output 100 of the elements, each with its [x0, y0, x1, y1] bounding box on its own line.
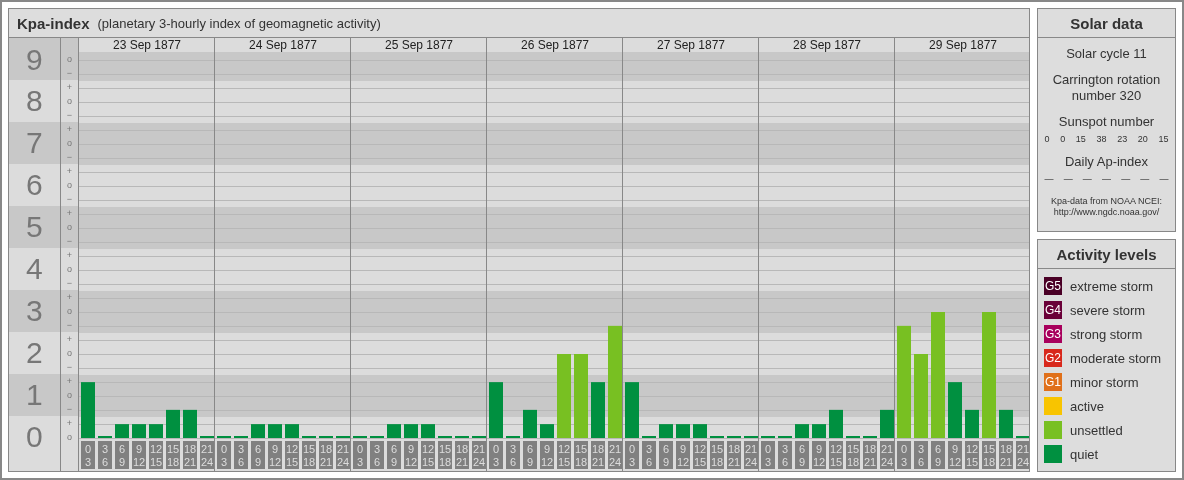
ap-index-value: —	[1101, 174, 1111, 184]
time-slot-label: 0 3	[624, 441, 639, 469]
time-slot-label: 0 3	[488, 441, 503, 469]
legend-label: unsettled	[1070, 422, 1123, 438]
time-slot-label: 6 9	[658, 441, 673, 469]
carrington-rotation-text: Carrington rotation number 320	[1051, 72, 1162, 104]
time-slot-label: 12 15	[148, 441, 163, 469]
time-slot-label: 18 21	[862, 441, 877, 469]
time-slot-label: 21 24	[743, 441, 758, 469]
kp-axis-label: 9	[26, 45, 43, 75]
kp-minor-label: o	[66, 348, 72, 358]
time-slot-label: 15 18	[981, 441, 996, 469]
time-slot-label: 9 12	[675, 441, 690, 469]
kp-minor-label: −	[66, 404, 72, 414]
legend-label: active	[1070, 398, 1104, 414]
time-slot-label: 21 24	[1015, 441, 1029, 469]
kp-minor-label: o	[66, 180, 72, 190]
day-label: 26 Sep 1877	[520, 38, 589, 52]
kp-minor-label: +	[66, 82, 72, 92]
time-slot-label: 3 6	[233, 441, 248, 469]
kp-minor-label: +	[66, 376, 72, 386]
day-label: 25 Sep 1877	[384, 38, 453, 52]
kp-minor-label: −	[66, 278, 72, 288]
time-slot-label: 21 24	[471, 441, 486, 469]
time-slot-label: 0 3	[896, 441, 911, 469]
kp-axis-label: 7	[26, 128, 43, 158]
kp-axis-label: 0	[26, 422, 43, 452]
kp-minor-label: −	[66, 236, 72, 246]
time-slot-label: 15 18	[845, 441, 860, 469]
time-slot-label: 12 15	[420, 441, 435, 469]
panel-title: Activity levels	[1038, 240, 1175, 269]
time-slot-label: 9 12	[403, 441, 418, 469]
day-label: 23 Sep 1877	[112, 38, 181, 52]
kp-axis-label: 8	[26, 86, 43, 116]
kp-minor-label: o	[66, 54, 72, 64]
time-slot-label: 6 9	[522, 441, 537, 469]
time-slot-label: 15 18	[437, 441, 452, 469]
time-slot-label: 18 21	[318, 441, 333, 469]
kp-minor-label: o	[66, 306, 72, 316]
kp-minor-label: +	[66, 334, 72, 344]
kp-minor-label: o	[66, 264, 72, 274]
legend-label: quiet	[1070, 446, 1099, 462]
sunspot-title: Sunspot number	[1058, 114, 1155, 130]
kp-minor-label: −	[66, 110, 72, 120]
time-slot-label: 21 24	[607, 441, 622, 469]
kp-minor-label: +	[66, 292, 72, 302]
time-slot-label: 6 9	[114, 441, 129, 469]
ap-index-value: —	[1044, 174, 1054, 184]
time-slot-label: 9 12	[811, 441, 826, 469]
kp-minor-label: −	[66, 320, 72, 330]
time-slot-label: 3 6	[641, 441, 656, 469]
ap-index-value: —	[1140, 174, 1150, 184]
kp-minor-label: −	[66, 194, 72, 204]
sunspot-value: 38	[1096, 134, 1107, 144]
day-label: 29 Sep 1877	[928, 38, 997, 52]
time-slot-label: 0 3	[80, 441, 95, 469]
time-slot-label: 12 15	[284, 441, 299, 469]
sunspot-value: 20	[1137, 134, 1148, 144]
time-slot-label: 0 3	[352, 441, 367, 469]
source-url: http://www.ngdc.noaa.gov/	[1052, 207, 1161, 218]
time-slot-label: 3 6	[913, 441, 928, 469]
time-slot-label: 12 15	[828, 441, 843, 469]
time-slot-label: 15 18	[709, 441, 724, 469]
day-label: 28 Sep 1877	[792, 38, 861, 52]
time-slot-label: 18 21	[182, 441, 197, 469]
day-label: 27 Sep 1877	[656, 38, 725, 52]
kp-axis-label: 2	[26, 338, 43, 368]
kp-minor-label: o	[66, 432, 72, 442]
legend-swatch: G1	[1044, 373, 1062, 391]
time-slot-label: 0 3	[216, 441, 231, 469]
time-slot-label: 15 18	[301, 441, 316, 469]
time-slot-label: 18 21	[998, 441, 1013, 469]
time-slot-label: 0 3	[760, 441, 775, 469]
time-slot-label: 9 12	[131, 441, 146, 469]
time-slot-label: 3 6	[97, 441, 112, 469]
legend-label: minor storm	[1070, 374, 1139, 390]
chart-title: Kpa-index	[17, 14, 90, 32]
legend-label: moderate storm	[1070, 350, 1162, 366]
solar-cycle-text: Solar cycle 11	[1066, 46, 1147, 62]
kp-minor-label: +	[66, 124, 72, 134]
time-slot-label: 9 12	[947, 441, 962, 469]
kp-axis-label: 6	[26, 170, 43, 200]
kp-minor-label: +	[66, 250, 72, 260]
time-slot-label: 18 21	[454, 441, 469, 469]
legend-label: strong storm	[1070, 326, 1143, 342]
kp-minor-label: −	[66, 362, 72, 372]
time-slot-label: 15 18	[165, 441, 180, 469]
time-slot-label: 18 21	[590, 441, 605, 469]
day-label: 24 Sep 1877	[248, 38, 317, 52]
time-slot-label: 6 9	[930, 441, 945, 469]
kp-minor-label: −	[66, 152, 72, 162]
sunspot-value: 23	[1117, 134, 1128, 144]
legend-label: extreme storm	[1070, 278, 1154, 294]
time-slot-label: 3 6	[369, 441, 384, 469]
time-slot-label: 6 9	[794, 441, 809, 469]
panel-title: Solar data	[1038, 9, 1175, 38]
kp-minor-label: o	[66, 138, 72, 148]
ap-index-value: —	[1121, 174, 1131, 184]
time-slot-label: 3 6	[505, 441, 520, 469]
sunspot-value: 15	[1075, 134, 1086, 144]
